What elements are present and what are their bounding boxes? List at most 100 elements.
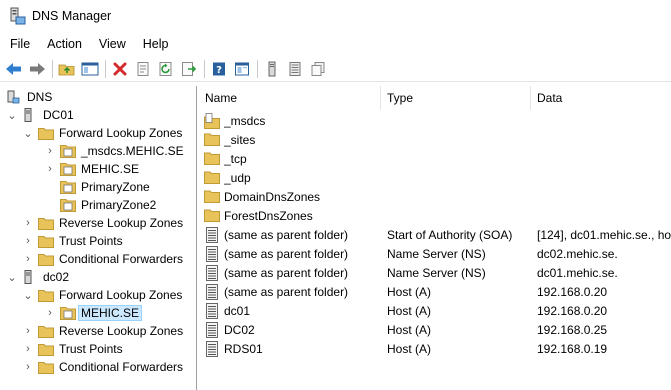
cell-data xyxy=(537,169,671,188)
chevron-right-icon[interactable]: › xyxy=(22,235,34,247)
dns-record-icon xyxy=(204,227,220,244)
console-tree: DNS ⌄ DC01 ⌄ Forward Lookup Zones › _msd… xyxy=(0,86,197,390)
tree-label: Trust Points xyxy=(59,342,123,356)
menu-view[interactable]: View xyxy=(89,37,133,51)
tree-node-zone-selected[interactable]: › MEHIC.SE xyxy=(44,304,143,322)
list-header: Name Type Data xyxy=(199,86,671,110)
zone-icon xyxy=(60,162,76,176)
zone-icon xyxy=(60,144,76,158)
column-header-data[interactable]: Data xyxy=(531,86,671,110)
cell-name: (same as parent folder) xyxy=(224,285,349,299)
table-row[interactable]: _sites xyxy=(199,131,671,150)
menu-action[interactable]: Action xyxy=(37,37,89,51)
back-icon[interactable] xyxy=(4,59,24,79)
table-row[interactable]: (same as parent folder) Start of Authorit… xyxy=(199,226,671,245)
window-title: DNS Manager xyxy=(32,9,112,23)
tree-node-zone[interactable]: PrimaryZone xyxy=(56,178,150,196)
cell-type: Host (A) xyxy=(387,323,432,337)
tree-node-trust-points[interactable]: › Trust Points xyxy=(22,232,122,250)
svg-text:?: ? xyxy=(216,65,222,76)
tree-node-zone[interactable]: PrimaryZone2 xyxy=(56,196,156,214)
tree-node-zone[interactable]: › _msdcs.MEHIC.SE xyxy=(44,142,184,160)
delete-icon[interactable] xyxy=(110,59,130,79)
chevron-down-icon[interactable]: ⌄ xyxy=(6,271,18,284)
dns-manager-icon xyxy=(8,7,26,25)
show-hide-tree-icon[interactable] xyxy=(80,59,100,79)
zone-icon xyxy=(60,180,76,194)
tree-node-forward-lookup-zones[interactable]: ⌄ Forward Lookup Zones xyxy=(22,124,182,142)
folder-icon xyxy=(38,288,54,302)
table-row[interactable]: _msdcs xyxy=(199,112,671,131)
tree-node-dc01[interactable]: ⌄ DC01 xyxy=(6,106,74,124)
chevron-right-icon[interactable]: › xyxy=(44,163,56,175)
tree-label: PrimaryZone2 xyxy=(81,198,157,212)
tree-node-reverse-lookup-zones[interactable]: › Reverse Lookup Zones xyxy=(22,322,183,340)
chevron-right-icon[interactable]: › xyxy=(22,253,34,265)
chevron-right-icon[interactable]: › xyxy=(22,343,34,355)
chevron-right-icon[interactable]: › xyxy=(22,361,34,373)
refresh-icon[interactable] xyxy=(156,59,176,79)
tree-label: _msdcs.MEHIC.SE xyxy=(81,144,184,158)
tree-node-conditional-forwarders[interactable]: › Conditional Forwarders xyxy=(22,358,183,376)
menu-bar: File Action View Help xyxy=(0,34,671,54)
chevron-right-icon[interactable]: › xyxy=(44,145,56,157)
folder-icon xyxy=(204,132,220,149)
cell-type xyxy=(387,207,529,226)
chevron-down-icon[interactable]: ⌄ xyxy=(22,127,34,140)
column-header-name[interactable]: Name xyxy=(199,86,381,110)
cell-type: Host (A) xyxy=(387,285,432,299)
tree-node-zone[interactable]: › MEHIC.SE xyxy=(44,160,139,178)
cell-type xyxy=(387,112,529,131)
chevron-right-icon[interactable]: › xyxy=(22,217,34,229)
table-row[interactable]: (same as parent folder) Host (A) 192.168.0… xyxy=(199,283,671,302)
folder-icon xyxy=(204,189,220,206)
tree-node-dc02[interactable]: ⌄ dc02 xyxy=(6,268,69,286)
tree-node-reverse-lookup-zones[interactable]: › Reverse Lookup Zones xyxy=(22,214,183,232)
up-folder-icon[interactable] xyxy=(57,59,77,79)
table-row[interactable]: ForestDnsZones xyxy=(199,207,671,226)
export-list-icon[interactable] xyxy=(179,59,199,79)
menu-file[interactable]: File xyxy=(0,37,37,51)
tree-node-conditional-forwarders[interactable]: › Conditional Forwarders xyxy=(22,250,183,268)
tree-label: DNS xyxy=(27,90,53,104)
tree-node-forward-lookup-zones[interactable]: ⌄ Forward Lookup Zones xyxy=(22,286,182,304)
chevron-right-icon[interactable]: › xyxy=(22,325,34,337)
folder-icon xyxy=(38,360,54,374)
menu-help[interactable]: Help xyxy=(133,37,176,51)
zone-icon xyxy=(60,198,76,212)
cell-name: _sites xyxy=(224,133,256,147)
help-icon[interactable]: ? xyxy=(209,59,229,79)
dns-record-icon xyxy=(204,265,220,282)
table-row[interactable]: RDS01 Host (A) 192.168.0.19 xyxy=(199,340,671,359)
forward-icon[interactable] xyxy=(27,59,47,79)
tree-node-trust-points[interactable]: › Trust Points xyxy=(22,340,123,358)
table-row[interactable]: DC02 Host (A) 192.168.0.25 xyxy=(199,321,671,340)
table-row[interactable]: _tcp xyxy=(199,150,671,169)
cell-data: 192.168.0.25 xyxy=(537,323,608,337)
folder-icon xyxy=(38,342,54,356)
table-row[interactable]: (same as parent folder) Name Server (NS) d… xyxy=(199,245,671,264)
properties-icon[interactable] xyxy=(133,59,153,79)
toolbar-separator xyxy=(204,59,205,78)
chevron-down-icon[interactable]: ⌄ xyxy=(6,109,18,122)
chevron-down-icon[interactable]: ⌄ xyxy=(22,289,34,302)
zone-folder-icon xyxy=(204,113,220,130)
server-icon xyxy=(22,270,38,284)
table-row[interactable]: (same as parent folder) Name Server (NS) d… xyxy=(199,264,671,283)
new-server-icon[interactable] xyxy=(262,59,282,79)
records-list-icon[interactable] xyxy=(285,59,305,79)
cell-data: [124], dc01.mehic.se., hos xyxy=(537,228,671,242)
chevron-right-icon[interactable]: › xyxy=(44,307,56,319)
cell-data xyxy=(537,188,671,207)
dns-record-icon xyxy=(204,341,220,358)
cell-data xyxy=(537,112,671,131)
column-header-type[interactable]: Type xyxy=(381,86,531,110)
table-row[interactable]: DomainDnsZones xyxy=(199,188,671,207)
table-row[interactable]: _udp xyxy=(199,169,671,188)
cell-type: Name Server (NS) xyxy=(387,247,486,261)
cell-data: dc02.mehic.se. xyxy=(537,247,618,261)
mmc-properties-icon[interactable] xyxy=(232,59,252,79)
table-row[interactable]: dc01 Host (A) 192.168.0.20 xyxy=(199,302,671,321)
copy-icon[interactable] xyxy=(308,59,328,79)
tree-node-dns[interactable]: DNS xyxy=(4,88,52,106)
